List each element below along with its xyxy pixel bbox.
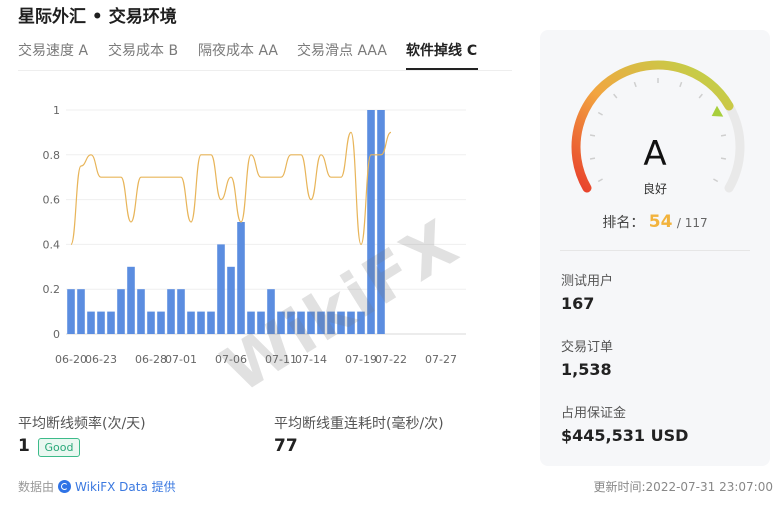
reconnect-value: 77 [274, 436, 298, 456]
bar [227, 266, 235, 334]
bar [117, 289, 125, 334]
data-source: 数据由 WikiFX Data 提供 [18, 478, 176, 495]
test-users-value: 167 [561, 294, 595, 313]
bar [137, 289, 145, 334]
gauge-pointer-icon [711, 105, 724, 117]
bar [307, 311, 315, 334]
x-tick-label: 06-23 [85, 353, 117, 366]
tab-overnight-cost[interactable]: 隔夜成本 AA [198, 40, 278, 60]
gauge-tick [698, 93, 703, 99]
bar [207, 311, 215, 334]
bar [337, 311, 345, 334]
rank: 排名： 54 / 117 [540, 212, 770, 232]
wikifx-logo-icon [58, 480, 72, 493]
bar [197, 311, 205, 334]
bar [297, 311, 305, 334]
bar [97, 311, 105, 334]
x-tick-label: 06-28 [135, 353, 167, 366]
rating-gauge [571, 60, 745, 193]
bar [327, 311, 335, 334]
update-time: 更新时间:2022-07-31 23:07:00 [593, 480, 774, 494]
tab-disconnect[interactable]: 软件掉线 C [406, 40, 477, 60]
x-tick-label: 07-19 [345, 353, 377, 366]
margin-label: 占用保证金 [561, 406, 627, 421]
bar [257, 311, 265, 334]
grade-letter: A [643, 134, 667, 174]
x-tick-label: 07-01 [165, 353, 197, 366]
grade-text: 良好 [642, 182, 667, 196]
bar [317, 311, 325, 334]
bar [357, 311, 365, 334]
bar [157, 311, 165, 334]
rank-number: 54 [648, 212, 673, 232]
panel-divider [560, 250, 750, 251]
y-tick-label: 0.2 [43, 283, 61, 296]
y-tick-label: 0.4 [43, 238, 61, 251]
bar [267, 289, 275, 334]
bar [367, 110, 375, 334]
y-tick-label: 0.8 [43, 149, 61, 162]
bar [177, 289, 185, 334]
orders-value: 1,538 [561, 360, 612, 379]
disconnect-chart: 0 0.2 0.4 0.6 0.8 1 06-2006-23 06-2807-01 07-06 0… [43, 104, 466, 366]
x-tick-label: 07-22 [375, 353, 407, 366]
gauge-tick [613, 93, 618, 99]
bar [167, 289, 175, 334]
tab-slippage[interactable]: 交易滑点 AAA [297, 40, 387, 60]
y-tick-label: 0 [53, 328, 60, 341]
x-tick-label: 06-20 [55, 353, 87, 366]
y-tick-label: 0.6 [43, 194, 61, 207]
margin-value: $445,531 USD [561, 426, 689, 445]
gauge-tick [597, 111, 603, 116]
rank-total: / 117 [676, 216, 708, 230]
bar [217, 244, 225, 334]
bar [107, 311, 115, 334]
rank-label: 排名： [602, 215, 645, 231]
status-badge: Good [38, 438, 80, 457]
test-users-label: 测试用户 [561, 274, 614, 289]
bar [247, 311, 255, 334]
bar [77, 289, 85, 334]
y-tick-label: 1 [53, 104, 60, 117]
page-title: 星际外汇 • 交易环境 [18, 7, 177, 27]
gauge-tick [679, 81, 683, 88]
source-prefix: 数据由 [18, 480, 55, 494]
bar [67, 289, 75, 334]
bar [277, 311, 285, 334]
bar [127, 266, 135, 334]
tab-trade-cost[interactable]: 交易成本 B [108, 40, 178, 60]
bar [237, 222, 245, 334]
freq-value: 1 [18, 436, 30, 456]
bar [377, 110, 385, 334]
bar [147, 311, 155, 334]
x-tick-label: 07-11 [265, 353, 297, 366]
reconnect-label: 平均断线重连耗时(毫秒/次) [274, 416, 444, 432]
freq-label: 平均断线频率(次/天) [18, 416, 146, 432]
tab-bar: 交易速度 A 交易成本 B 隔夜成本 AA 交易滑点 AAA 软件掉线 C [18, 34, 512, 71]
x-tick-label: 07-27 [425, 353, 457, 366]
rating-panel: A 良好 排名： 54 / 117 测试用户 167 交易订单 1,538 占用… [540, 30, 770, 466]
tab-trade-speed[interactable]: 交易速度 A [18, 40, 88, 60]
source-link[interactable]: WikiFX Data 提供 [75, 480, 176, 494]
x-tick-label: 07-06 [215, 353, 247, 366]
bar [287, 311, 295, 334]
bar [347, 311, 355, 334]
bar [87, 311, 95, 334]
series-line [70, 131, 392, 246]
active-tab-underline [406, 68, 478, 70]
x-tick-label: 07-14 [295, 353, 327, 366]
gauge-tick [633, 81, 637, 88]
bar [187, 311, 195, 334]
orders-label: 交易订单 [561, 340, 614, 355]
